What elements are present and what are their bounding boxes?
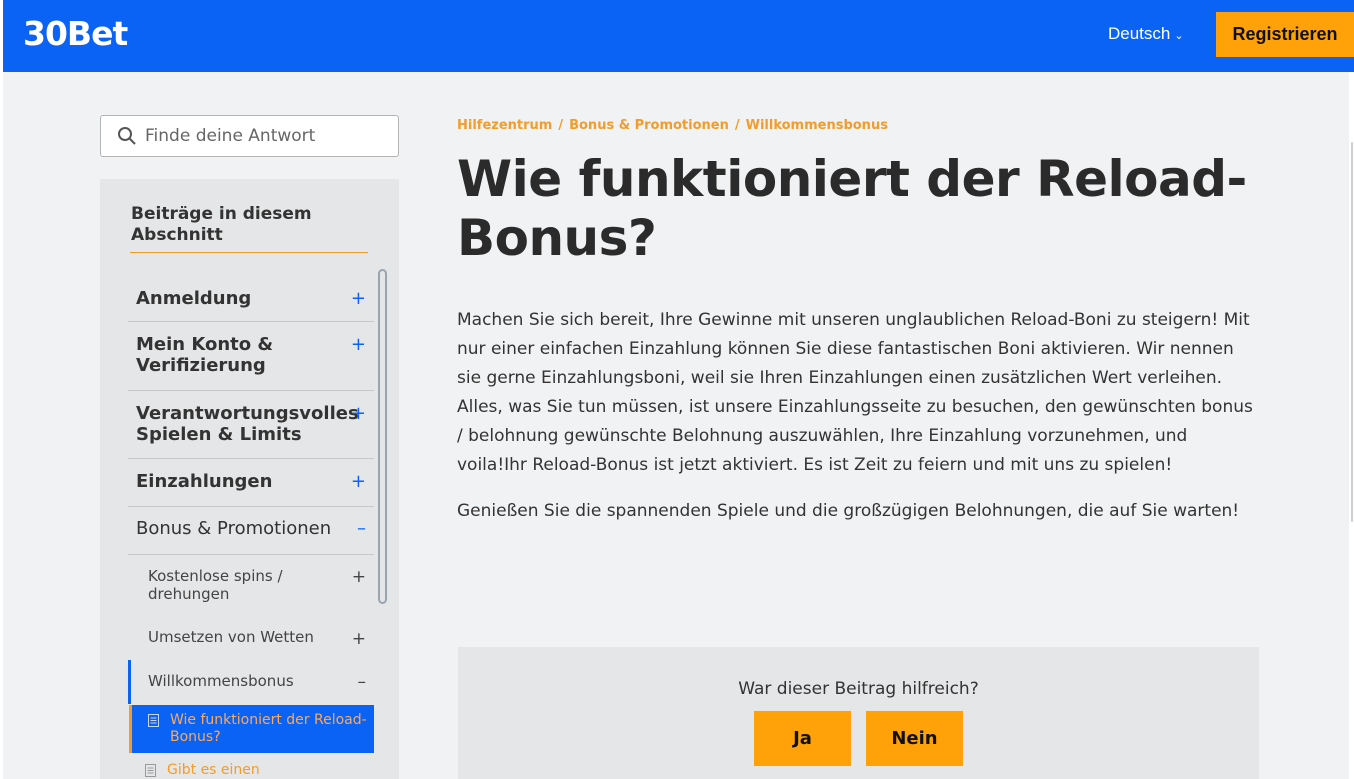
search-input[interactable] xyxy=(145,122,390,150)
sidebar-subitem-kostenlose-spins[interactable]: Kostenlose spins / drehungen + xyxy=(128,565,374,609)
article-title: Wie funktioniert der Reload-Bonus? xyxy=(457,150,1247,267)
collapse-icon[interactable]: – xyxy=(357,518,366,539)
sidebar-subitem-willkommensbonus[interactable]: Willkommensbonus – xyxy=(128,660,374,704)
sidebar-item-anmeldung[interactable]: Anmeldung + xyxy=(128,275,374,322)
register-button[interactable]: Registrieren xyxy=(1216,12,1354,57)
search-icon xyxy=(118,127,136,145)
expand-icon[interactable]: + xyxy=(351,288,366,309)
sidebar-title: Beiträge in diesem Abschnitt xyxy=(131,204,312,245)
sidebar-title-divider xyxy=(130,252,368,253)
sidebar-subitem-umsetzen-von-wetten[interactable]: Umsetzen von Wetten + xyxy=(128,627,374,657)
article-link-label: Gibt es einen xyxy=(167,762,260,778)
sidebar-item-label: Einzahlungen xyxy=(136,471,273,492)
sidebar-scrollbar[interactable] xyxy=(378,269,387,604)
sidebar-subitem-label: Umsetzen von Wetten xyxy=(148,628,314,646)
document-icon xyxy=(145,764,156,777)
top-navigation-bar: 30Bet Deutsch ⌄ Registrieren xyxy=(3,0,1354,72)
site-logo[interactable]: 30Bet xyxy=(23,14,128,53)
sidebar-item-label: Mein Konto & Verifizierung xyxy=(136,334,274,376)
language-selector[interactable]: Deutsch ⌄ xyxy=(1108,24,1184,44)
feedback-question: War dieser Beitrag hilfreich? xyxy=(738,679,979,699)
breadcrumb-separator: / xyxy=(558,118,564,133)
sidebar-subitem-label: Willkommensbonus xyxy=(148,672,294,690)
collapse-icon[interactable]: – xyxy=(358,672,367,692)
breadcrumb-separator: / xyxy=(734,118,740,133)
sidebar-subitem-label: Kostenlose spins / drehungen xyxy=(148,567,283,603)
article-paragraph: Machen Sie sich bereit, Ihre Gewinne mit… xyxy=(457,310,1253,475)
sidebar-item-label: Bonus & Promotionen xyxy=(136,518,332,539)
breadcrumb-link-willkommensbonus[interactable]: Willkommensbonus xyxy=(746,118,888,133)
document-icon xyxy=(148,714,159,727)
article-feedback-box: War dieser Beitrag hilfreich? Ja Nein xyxy=(458,647,1259,779)
article-body: Machen Sie sich bereit, Ihre Gewinne mit… xyxy=(457,306,1257,543)
page-scrollbar-thumb[interactable] xyxy=(1351,142,1353,522)
sidebar-item-mein-konto[interactable]: Mein Konto & Verifizierung + xyxy=(128,322,374,391)
sidebar-item-label: Verantwortungsvolles Spielen & Limits xyxy=(136,403,359,445)
article-paragraph: Genießen Sie die spannenden Spiele und d… xyxy=(457,501,1240,521)
breadcrumb-link-hilfezentrum[interactable]: Hilfezentrum xyxy=(457,118,552,133)
sidebar-article-active[interactable]: Wie funktioniert der Reload-Bonus? xyxy=(129,705,374,753)
feedback-yes-button[interactable]: Ja xyxy=(754,711,851,766)
chevron-down-icon: ⌄ xyxy=(1174,30,1184,42)
sidebar-item-verantwortungsvolles-spielen[interactable]: Verantwortungsvolles Spielen & Limits + xyxy=(128,391,374,459)
breadcrumb: Hilfezentrum / Bonus & Promotionen / Willkom… xyxy=(457,118,888,133)
search-box[interactable] xyxy=(100,115,399,157)
expand-icon[interactable]: + xyxy=(352,629,366,649)
feedback-no-button[interactable]: Nein xyxy=(866,711,963,766)
expand-icon[interactable]: + xyxy=(352,567,366,587)
breadcrumb-link-bonus-promotionen[interactable]: Bonus & Promotionen xyxy=(569,118,729,133)
article-link-label: Wie funktioniert der Reload-Bonus? xyxy=(170,712,367,745)
expand-icon[interactable]: + xyxy=(351,334,366,355)
language-label: Deutsch xyxy=(1108,24,1171,43)
sidebar-article-link[interactable]: Gibt es einen xyxy=(129,759,374,779)
sidebar-item-label: Anmeldung xyxy=(136,288,252,309)
main-content-area: Beiträge in diesem Abschnitt Anmeldung +… xyxy=(3,72,1349,779)
sidebar-item-einzahlungen[interactable]: Einzahlungen + xyxy=(128,459,374,507)
expand-icon[interactable]: + xyxy=(351,471,366,492)
section-sidebar: Beiträge in diesem Abschnitt Anmeldung +… xyxy=(100,179,399,779)
sidebar-item-bonus-promotionen[interactable]: Bonus & Promotionen – xyxy=(128,507,374,555)
page-scrollbar[interactable] xyxy=(1349,72,1354,779)
expand-icon[interactable]: + xyxy=(351,403,366,424)
